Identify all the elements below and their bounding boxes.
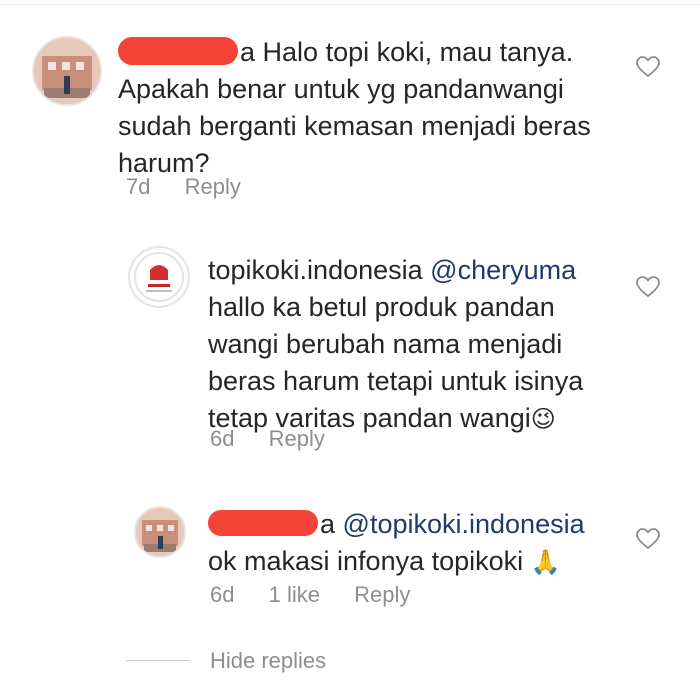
username[interactable]: a [320, 509, 335, 539]
avatar[interactable] [32, 36, 102, 106]
pray-emoji-icon: 🙏 [530, 548, 561, 576]
username[interactable]: topikoki.indonesia [208, 255, 423, 285]
avatar[interactable] [134, 506, 186, 558]
reply-button[interactable]: Reply [269, 426, 325, 451]
wink-emoji-icon: 😉 [530, 405, 556, 433]
comment-body: topikoki.indonesia @cheryuma hallo ka be… [208, 255, 584, 433]
reply-button[interactable]: Reply [185, 174, 241, 199]
username[interactable]: a [240, 37, 255, 67]
comment-meta: 7d Reply [126, 174, 269, 200]
hide-replies-button[interactable]: Hide replies [210, 648, 326, 674]
heart-icon[interactable] [636, 276, 660, 298]
reply-button[interactable]: Reply [354, 582, 410, 607]
avatar[interactable] [128, 246, 190, 308]
comment-body: a Halo topi koki, mau tanya. Apakah bena… [118, 36, 591, 178]
hide-replies-line [126, 660, 190, 661]
comment-body: a @topikoki.indonesia ok makasi infonya … [208, 509, 585, 576]
mention-link[interactable]: @topikoki.indonesia [343, 509, 585, 539]
like-count[interactable]: 1 like [269, 582, 320, 607]
redacted-username [208, 509, 318, 536]
timestamp: 6d [210, 582, 235, 607]
mention-link[interactable]: @cheryuma [430, 255, 576, 285]
heart-icon[interactable] [636, 528, 660, 550]
heart-icon[interactable] [636, 56, 660, 78]
comment-meta: 6d Reply [210, 426, 353, 452]
timestamp: 6d [210, 426, 235, 451]
timestamp: 7d [126, 174, 151, 199]
comment-meta: 6d 1 like Reply [210, 582, 438, 608]
top-divider [0, 4, 700, 5]
redacted-username [118, 36, 238, 65]
